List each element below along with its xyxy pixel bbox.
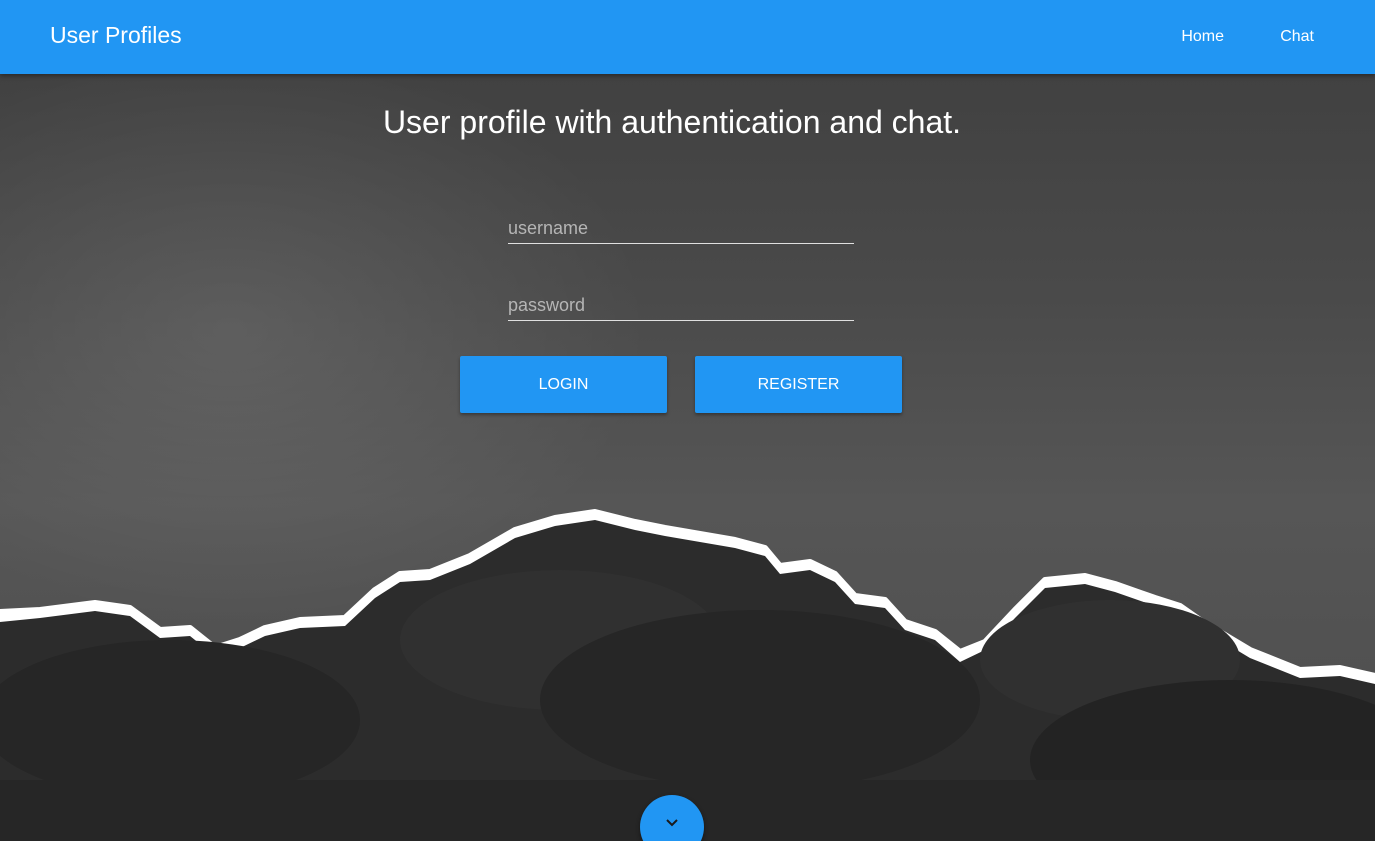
brand-logo-link[interactable]: User Profiles xyxy=(50,22,182,49)
top-app-bar: User Profiles Home Chat xyxy=(0,0,1375,74)
page: User Profiles Home Chat User profile wit… xyxy=(0,0,1375,841)
chevron-down-icon xyxy=(666,819,678,827)
login-button[interactable]: LOGIN xyxy=(460,356,667,413)
nav-link-home[interactable]: Home xyxy=(1181,0,1224,74)
username-input[interactable] xyxy=(508,214,854,244)
page-headline: User profile with authentication and cha… xyxy=(382,104,962,140)
password-input[interactable] xyxy=(508,291,854,321)
nav-link-chat[interactable]: Chat xyxy=(1280,0,1314,74)
register-button[interactable]: REGISTER xyxy=(695,356,902,413)
